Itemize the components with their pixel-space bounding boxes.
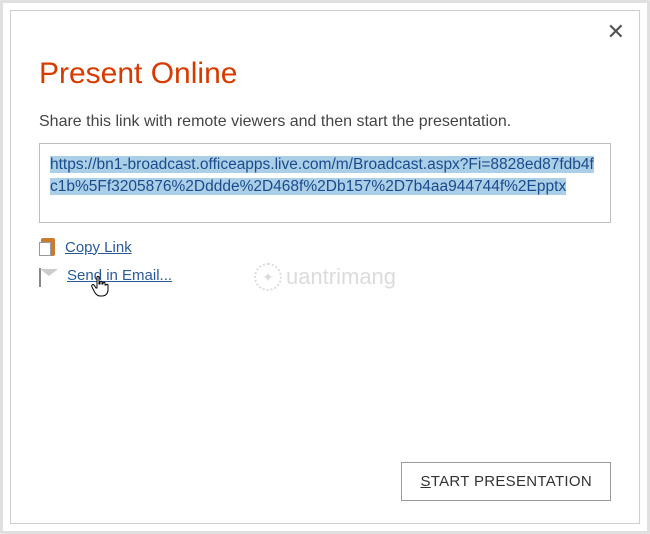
send-email-label: Send in Email... xyxy=(67,267,172,284)
start-button-rest: TART PRESENTATION xyxy=(431,473,592,490)
dialog-title: Present Online xyxy=(39,57,611,91)
present-online-dialog: ✕ Present Online Share this link with re… xyxy=(10,10,640,524)
clipboard-icon xyxy=(39,237,57,257)
outer-frame: ✕ Present Online Share this link with re… xyxy=(0,0,650,534)
email-icon xyxy=(39,269,59,283)
url-textbox[interactable]: https://bn1-broadcast.officeapps.live.co… xyxy=(39,143,611,223)
url-text: https://bn1-broadcast.officeapps.live.co… xyxy=(50,156,594,195)
copy-link-button[interactable]: Copy Link xyxy=(39,237,611,257)
actions-group: Copy Link Send in Email... xyxy=(39,237,611,284)
instruction-text: Share this link with remote viewers and … xyxy=(39,113,611,131)
close-icon[interactable]: ✕ xyxy=(607,21,625,43)
copy-link-label: Copy Link xyxy=(65,239,132,256)
start-presentation-button[interactable]: START PRESENTATION xyxy=(401,462,611,501)
send-email-button[interactable]: Send in Email... xyxy=(39,267,611,284)
start-button-mnemonic: S xyxy=(420,473,430,490)
